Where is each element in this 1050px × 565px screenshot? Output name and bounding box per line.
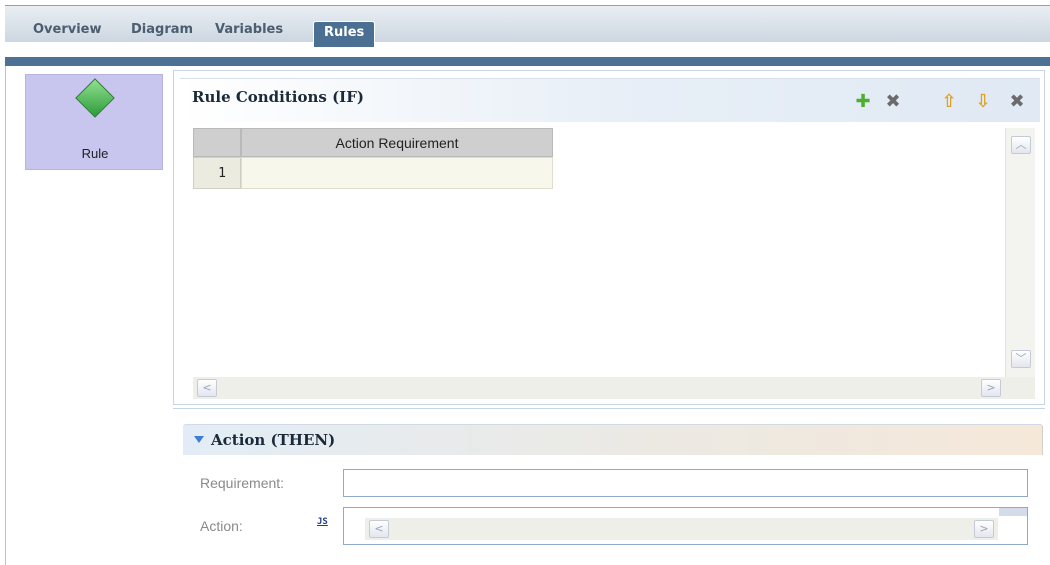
action-scroll-left-button[interactable]: < <box>369 520 389 538</box>
palette-rule-label: Rule <box>81 146 109 161</box>
green-diamond-icon <box>75 78 115 118</box>
action-horizontal-scrollbar[interactable]: < > <box>365 518 998 540</box>
row-number[interactable]: 1 <box>193 157 241 189</box>
conditions-table: Action Requirement 1 <box>193 128 554 190</box>
requirement-input[interactable] <box>343 469 1028 497</box>
action-editor[interactable]: < > <box>343 507 1028 545</box>
rules-editor: Overview Diagram Variables Rules Rule Ru… <box>0 0 1050 565</box>
javascript-icon[interactable]: JS <box>317 517 328 527</box>
delete-icon[interactable]: ✖ <box>883 92 903 112</box>
left-border <box>5 66 6 565</box>
tab-diagram[interactable]: Diagram <box>131 17 193 43</box>
action-vertical-scrollbar-stub[interactable] <box>999 508 1027 516</box>
remove-icon[interactable]: ✖ <box>1007 92 1027 112</box>
vertical-scrollbar[interactable]: ︿ ﹀ <box>1005 128 1035 377</box>
collapse-toggle-icon[interactable] <box>194 436 204 443</box>
requirement-label: Requirement: <box>200 475 285 491</box>
column-header-action-requirement[interactable]: Action Requirement <box>241 128 553 157</box>
action-scroll-right-button[interactable]: > <box>974 520 994 538</box>
horizontal-scrollbar[interactable]: < > <box>193 377 1005 399</box>
move-up-icon[interactable]: ⇧ <box>939 92 959 112</box>
table-corner-header <box>193 128 241 157</box>
action-title: Action (THEN) <box>211 431 336 449</box>
tab-rules[interactable]: Rules <box>313 21 376 47</box>
scroll-corner <box>1005 377 1035 399</box>
action-header: Action (THEN) <box>183 424 1043 455</box>
section-divider <box>173 408 1045 409</box>
scroll-up-button[interactable]: ︿ <box>1011 136 1031 154</box>
palette-rule-item[interactable]: Rule <box>25 74 163 170</box>
tab-overview[interactable]: Overview <box>33 17 102 43</box>
tab-bar: Overview Diagram Variables Rules <box>5 5 1050 47</box>
tab-strip-underline <box>5 57 1050 66</box>
add-icon[interactable]: ✚ <box>853 92 873 112</box>
scroll-down-button[interactable]: ﹀ <box>1011 350 1031 368</box>
scroll-right-button[interactable]: > <box>981 379 1001 397</box>
scroll-left-button[interactable]: < <box>197 379 217 397</box>
conditions-header: Rule Conditions (IF) ✚ ✖ ⇧ ⇩ ✖ <box>180 78 1040 122</box>
action-label: Action: <box>200 518 243 534</box>
tab-variables[interactable]: Variables <box>215 17 283 43</box>
conditions-title: Rule Conditions (IF) <box>192 88 364 106</box>
table-cell-action-requirement[interactable] <box>241 157 553 189</box>
conditions-toolbar: ✚ ✖ ⇧ ⇩ ✖ <box>847 86 1040 122</box>
move-down-icon[interactable]: ⇩ <box>973 92 993 112</box>
